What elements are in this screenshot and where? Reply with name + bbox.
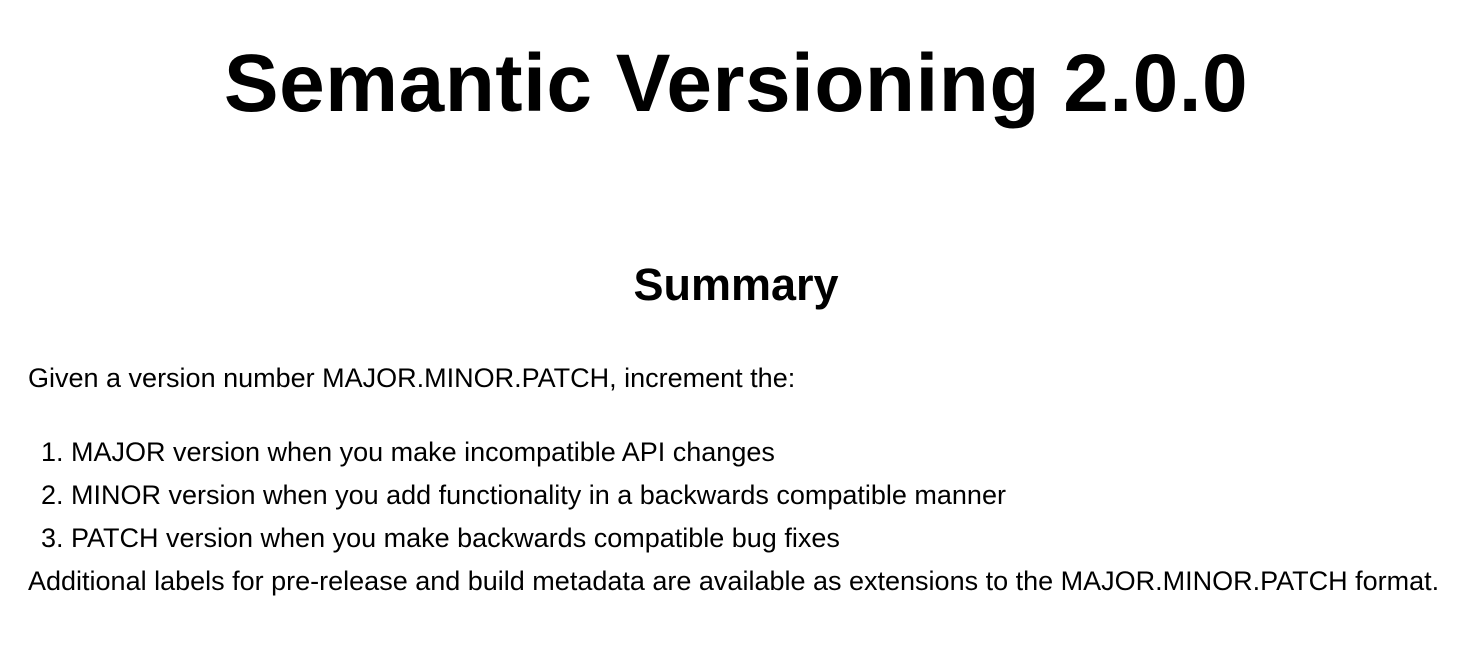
list-item-text: MINOR version when you add functionality… [71,480,1006,510]
section-heading-summary: Summary [633,259,839,310]
summary-intro: Given a version number MAJOR.MINOR.PATCH… [28,363,796,393]
list-item: 3. PATCH version when you make backwards… [28,517,1006,560]
list-item-text: PATCH version when you make backwards co… [71,523,840,553]
document-page: Semantic Versioning 2.0.0 Summary Given … [0,0,1472,658]
list-item: 1. MAJOR version when you make incompati… [28,431,1006,474]
summary-outro: Additional labels for pre-release and bu… [28,566,1440,596]
list-item-number: 2. [40,480,71,510]
list-item: 2. MINOR version when you add functional… [28,474,1006,517]
increment-rules-list: 1. MAJOR version when you make incompati… [28,431,1006,560]
page-title: Semantic Versioning 2.0.0 [223,38,1249,129]
list-item-number: 3. [40,523,71,553]
list-item-text: MAJOR version when you make incompatible… [71,437,775,467]
list-item-number: 1. [40,437,71,467]
